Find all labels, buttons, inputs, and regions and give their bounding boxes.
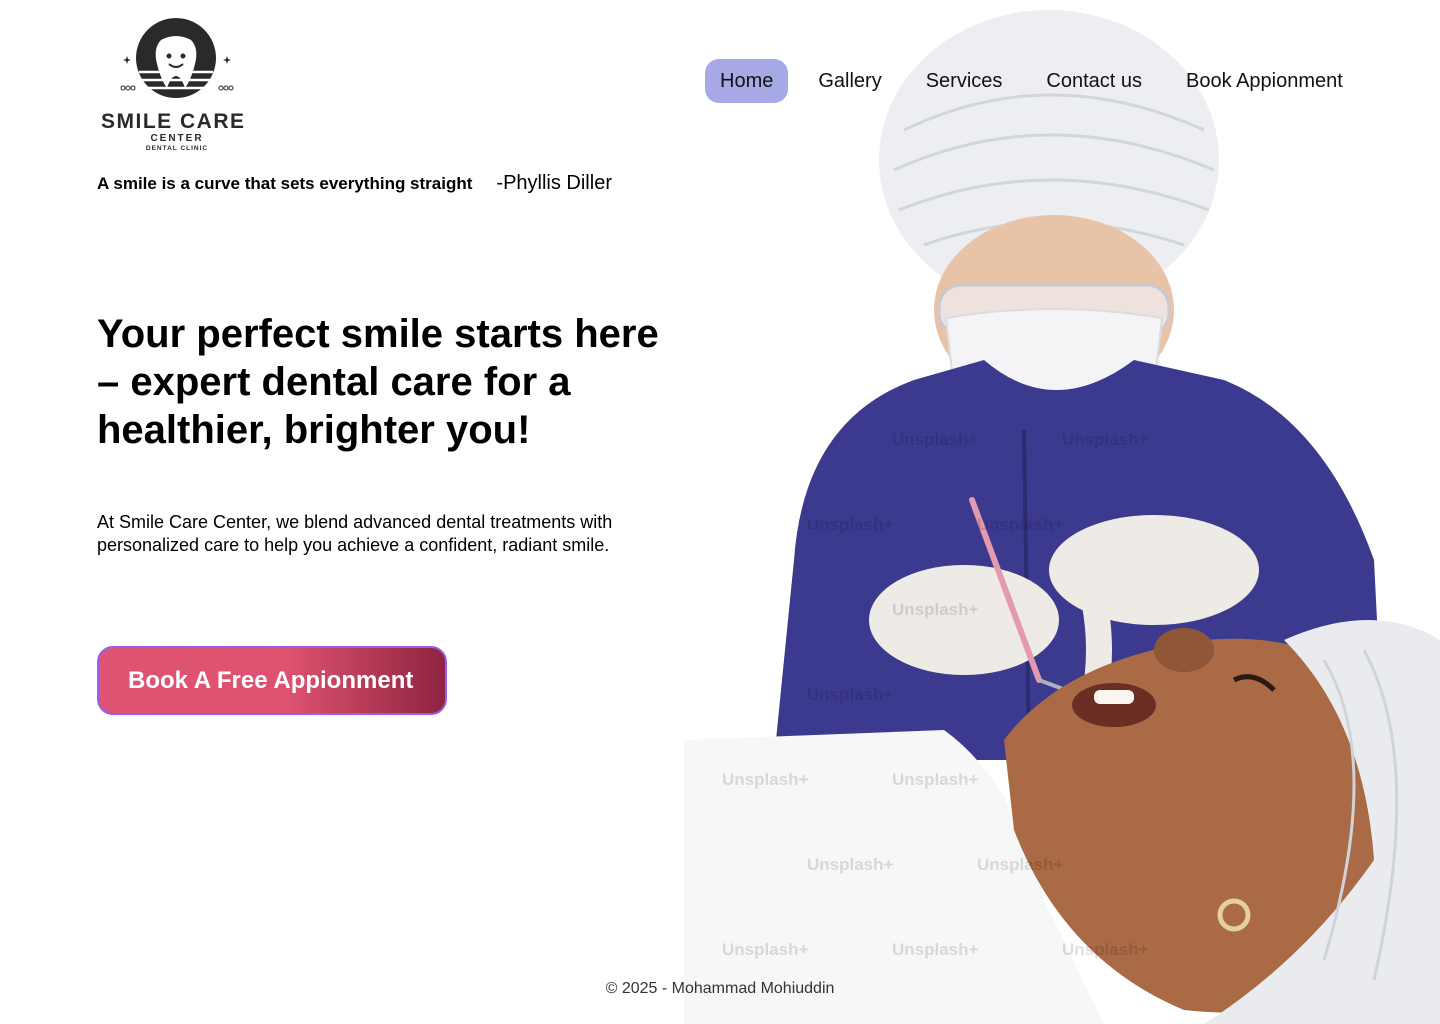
logo[interactable]: SMILE CARE CENTER DENTAL CLINIC (97, 14, 257, 152)
logo-tagline: DENTAL CLINIC (145, 145, 209, 152)
quote-author: -Phyllis Diller (496, 172, 612, 194)
quote-text: A smile is a curve that sets everything … (97, 174, 473, 193)
footer-copyright: © 2025 - Mohammad Mohiuddin (605, 980, 835, 997)
tooth-icon (120, 18, 234, 98)
book-appointment-button[interactable]: Book A Free Appionment (97, 646, 447, 715)
nav-book-appointment[interactable]: Book Appionment (1172, 59, 1357, 103)
nav-contact[interactable]: Contact us (1032, 59, 1156, 103)
nav-gallery[interactable]: Gallery (804, 59, 895, 103)
logo-subtitle: CENTER (150, 133, 204, 144)
hero-image: Unsplash+ Unsplash+ Unsplash+ Unsplash+ … (684, 0, 1440, 1024)
main-nav: Home Gallery Services Contact us Book Ap… (705, 59, 1373, 103)
logo-title: SMILE CARE (101, 110, 246, 133)
quote: A smile is a curve that sets everything … (97, 172, 612, 195)
nav-services[interactable]: Services (912, 59, 1017, 103)
nav-home[interactable]: Home (705, 59, 789, 103)
dentist-patient-illustration (684, 10, 1440, 1024)
hero-description: At Smile Care Center, we blend advanced … (97, 512, 613, 555)
hero-headline: Your perfect smile starts here – expert … (97, 312, 659, 452)
